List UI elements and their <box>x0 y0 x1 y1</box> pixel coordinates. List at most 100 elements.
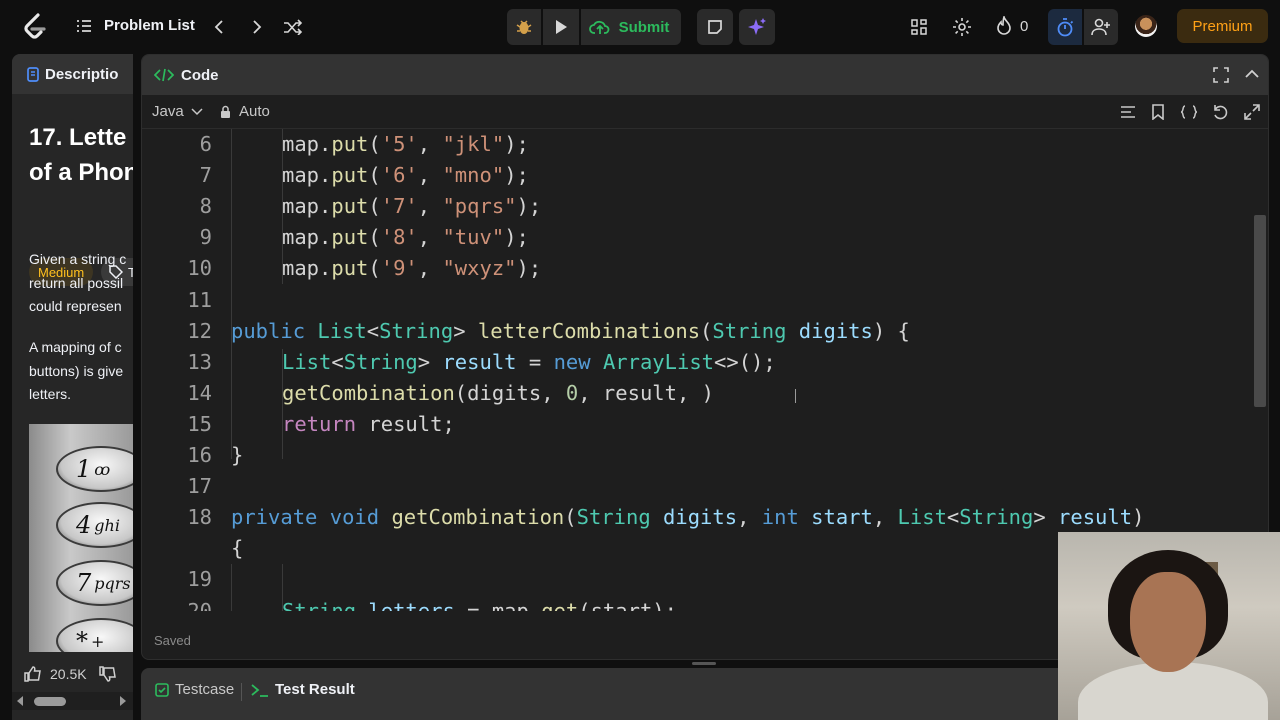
tab-testcase[interactable]: Testcase <box>155 681 234 698</box>
scroll-left-icon[interactable] <box>16 696 24 706</box>
code-token: (start); <box>578 598 677 612</box>
code-token: '5' <box>380 132 418 156</box>
phone-key: 4 ghi <box>56 502 133 548</box>
code-line[interactable]: 10 map.put('9', "wxyz"); <box>142 253 1252 284</box>
layout-button[interactable] <box>907 15 931 39</box>
code-line[interactable]: 12 public List<String> letterCombinations… <box>142 316 1252 347</box>
phone-key-letters: ꝏ <box>94 459 111 479</box>
maximize-icon[interactable] <box>1213 67 1229 83</box>
code-token: ( <box>368 225 381 250</box>
line-number: 12 <box>187 318 212 343</box>
braces-icon[interactable] <box>1180 105 1198 119</box>
code-line[interactable]: 13 List<String> result = new ArrayList<>(… <box>142 347 1252 378</box>
code-text: return result; <box>282 409 455 440</box>
code-token: , <box>417 225 443 250</box>
panel-resize-handle[interactable] <box>692 662 716 665</box>
thumbs-down-icon[interactable] <box>98 666 117 682</box>
random-problem-button[interactable] <box>281 15 305 39</box>
code-token: '8' <box>380 225 418 250</box>
grid-layout-icon <box>911 19 927 35</box>
code-token: ( <box>368 163 381 188</box>
fullscreen-icon[interactable] <box>1244 104 1260 120</box>
code-text: public List<String> letterCombinations(S… <box>231 316 910 347</box>
streak-counter[interactable]: 0 <box>996 16 1028 36</box>
presenter-face <box>1130 572 1206 672</box>
autocomplete-mode[interactable]: Auto <box>220 103 270 120</box>
code-line[interactable]: 16} <box>142 440 1252 471</box>
debug-button[interactable] <box>507 9 541 45</box>
code-text: { <box>231 533 243 564</box>
thumbs-up-icon[interactable] <box>24 666 42 682</box>
collapse-icon[interactable] <box>1244 68 1260 80</box>
add-collaborator-button[interactable] <box>1084 9 1118 45</box>
code-token: void <box>329 505 392 530</box>
code-token: String <box>343 349 418 374</box>
code-line[interactable]: 11 <box>142 285 1252 316</box>
code-line[interactable]: 6 map.put('5', "jkl"); <box>142 129 1252 160</box>
scrollbar-thumb[interactable] <box>34 697 66 706</box>
line-number: 8 <box>199 194 212 219</box>
line-number: 16 <box>187 443 212 467</box>
format-code-icon[interactable] <box>1120 105 1136 119</box>
code-line[interactable]: 9 map.put('8', "tuv"); <box>142 222 1252 253</box>
code-token: List <box>897 505 947 530</box>
list-icon <box>77 19 91 32</box>
code-text: map.put('8', "tuv"); <box>282 222 529 253</box>
phone-keypad-image: 1ꝏ 4 ghi 7 pqrs * + <box>29 424 133 652</box>
submit-button[interactable]: Submit <box>581 9 681 45</box>
language-select[interactable]: Java <box>152 103 203 120</box>
problem-list-link[interactable]: Problem List <box>76 17 195 34</box>
bookmark-icon[interactable] <box>1152 104 1164 120</box>
premium-button[interactable]: Premium <box>1177 9 1268 43</box>
code-token: , <box>872 505 898 530</box>
tab-divider <box>241 683 242 701</box>
description-paragraph-1: Given a string c return all possil could… <box>29 248 133 319</box>
code-token: , <box>417 163 443 188</box>
code-token: result <box>442 349 517 374</box>
code-token: List <box>282 349 332 374</box>
phone-key-letters: ghi <box>94 515 120 535</box>
code-token: "pqrs" <box>442 194 517 219</box>
horizontal-scrollbar[interactable] <box>12 692 133 710</box>
code-token: getCombination <box>282 380 455 405</box>
code-token: String <box>576 505 664 530</box>
code-line[interactable]: 17 <box>142 471 1252 502</box>
line-number: 10 <box>187 256 212 281</box>
scroll-right-icon[interactable] <box>119 696 127 706</box>
code-line[interactable]: 7 map.put('6', "mno"); <box>142 160 1252 191</box>
next-problem-button[interactable] <box>246 15 268 39</box>
line-number: 13 <box>187 349 212 374</box>
line-number: 20 <box>187 598 212 612</box>
ai-assistant-button[interactable] <box>739 9 775 45</box>
bug-icon <box>516 20 532 34</box>
code-line[interactable]: 14 getCombination(digits, 0, result, ) <box>142 378 1252 409</box>
code-text: map.put('5', "jkl"); <box>282 129 529 160</box>
prev-problem-button[interactable] <box>208 15 230 39</box>
question-title: 17. Lette of a Phon <box>29 120 133 190</box>
code-token: , <box>417 132 443 156</box>
code-token: digits <box>663 505 738 530</box>
settings-button[interactable] <box>950 15 974 39</box>
editor-vertical-scrollbar[interactable] <box>1254 215 1266 407</box>
run-button[interactable] <box>543 9 579 45</box>
leetcode-logo[interactable] <box>22 13 48 41</box>
timer-button[interactable] <box>1048 9 1082 45</box>
code-token: > <box>1033 505 1059 530</box>
code-line[interactable]: 8 map.put('7', "pqrs"); <box>142 191 1252 222</box>
lock-icon <box>221 105 230 118</box>
code-token: put <box>331 132 369 156</box>
code-token: result; <box>368 411 455 436</box>
tab-test-result[interactable]: Test Result <box>251 681 355 698</box>
code-text: getCombination(digits, 0, result, ) <box>282 378 714 409</box>
code-token: '9' <box>380 256 418 281</box>
line-number: 15 <box>187 411 212 436</box>
reset-icon[interactable] <box>1212 104 1228 120</box>
code-token: List <box>317 318 367 343</box>
code-token: ) <box>1132 505 1145 530</box>
notes-button[interactable] <box>697 9 733 45</box>
user-avatar[interactable] <box>1135 15 1157 37</box>
code-token: 0 <box>565 380 579 405</box>
tab-description[interactable]: Descriptio <box>12 54 133 94</box>
code-line[interactable]: 15 return result; <box>142 409 1252 440</box>
code-line[interactable]: 18 private void getCombination(String dig… <box>142 502 1252 533</box>
